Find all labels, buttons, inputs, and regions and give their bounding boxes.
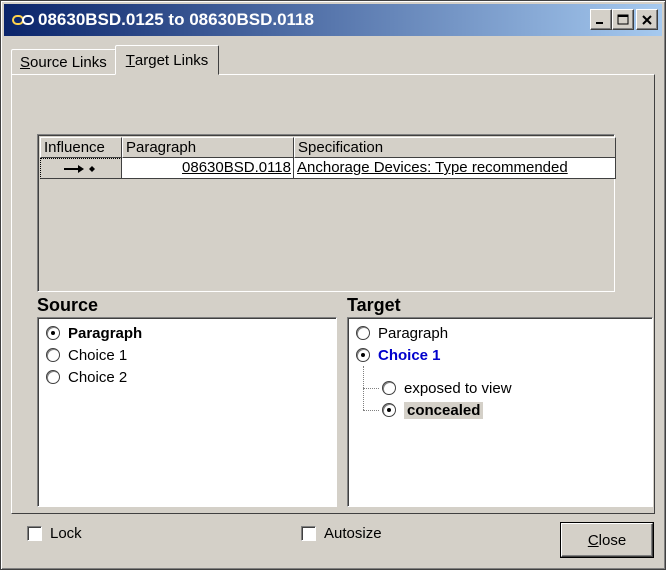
target-item-choice-1[interactable]: Choice 1 [356,344,441,366]
tab-target-links-label: arget Links [134,51,209,69]
source-item-paragraph[interactable]: Paragraph [46,322,142,344]
target-item-concealed[interactable]: concealed [382,399,484,421]
close-icon [642,15,652,25]
table-header: Influence Paragraph Specification [40,137,616,158]
close-window-button[interactable] [636,9,658,30]
close-button-mnemonic: C [587,531,599,549]
link-icon [10,10,36,30]
radio-selected-icon[interactable] [356,348,370,362]
tab-target-links-mnemonic: T [125,51,135,69]
target-heading: Target [347,295,401,315]
source-item-label: Choice 2 [68,368,128,386]
tab-source-links-mnemonic: S [20,54,31,71]
target-item-label: Choice 1 [378,346,441,364]
radio-icon[interactable] [46,370,60,384]
source-item-label: Paragraph [68,324,143,342]
autosize-label: Autosize [324,525,382,542]
window-title: 08630BSD.0125 to 08630BSD.0118 [38,10,314,29]
autosize-checkbox-row[interactable]: Autosize [301,525,382,542]
tree-connector [363,410,379,411]
target-item-label: Paragraph [378,324,449,342]
target-item-paragraph[interactable]: Paragraph [356,322,448,344]
arrow-right-diamond-icon [64,164,95,173]
paragraph-cell[interactable]: 08630BSD.0118 [122,158,294,179]
maximize-button[interactable] [612,9,634,30]
tab-target-links[interactable]: Target Links [114,45,220,75]
target-item-label: exposed to view [404,379,512,397]
source-item-label: Choice 1 [68,346,128,364]
lock-checkbox[interactable] [27,526,42,541]
radio-icon[interactable] [382,381,396,395]
tree-connector [363,388,379,389]
source-heading: Source [37,295,99,315]
target-item-exposed-to-view[interactable]: exposed to view [382,377,512,399]
source-item-choice-2[interactable]: Choice 2 [46,366,127,388]
close-button-label: lose [598,531,627,549]
radio-selected-icon[interactable] [382,403,396,417]
autosize-checkbox[interactable] [301,526,316,541]
maximize-icon [617,14,629,25]
column-header-paragraph[interactable]: Paragraph [122,137,294,158]
radio-icon[interactable] [46,348,60,362]
dialog-window: 08630BSD.0125 to 08630BSD.0118 Source Li… [0,0,666,570]
links-table[interactable]: Influence Paragraph Specification 08630B… [37,134,616,292]
target-item-label: concealed [404,401,484,419]
specification-cell[interactable]: Anchorage Devices: Type recommended [294,158,616,179]
title-bar[interactable]: 08630BSD.0125 to 08630BSD.0118 [4,4,662,36]
minimize-button[interactable] [590,9,612,30]
tab-source-links[interactable]: Source Links [11,49,116,75]
radio-selected-icon[interactable] [46,326,60,340]
source-tree[interactable]: Paragraph Choice 1 Choice 2 [37,317,337,507]
lock-label: Lock [50,525,82,542]
influence-cell[interactable] [40,158,122,179]
tab-strip: Source Links Target Links [11,45,220,75]
lock-checkbox-row[interactable]: Lock [27,525,82,542]
column-header-influence[interactable]: Influence [40,137,122,158]
source-item-choice-1[interactable]: Choice 1 [46,344,127,366]
target-tree[interactable]: Paragraph Choice 1 exposed to view conce… [347,317,653,507]
table-row[interactable]: 08630BSD.0118 Anchorage Devices: Type re… [40,158,616,179]
column-header-specification[interactable]: Specification [294,137,616,158]
minimize-icon [596,22,603,24]
radio-icon[interactable] [356,326,370,340]
tab-source-links-label: ource Links [30,54,107,71]
close-button[interactable]: Close [561,523,653,557]
